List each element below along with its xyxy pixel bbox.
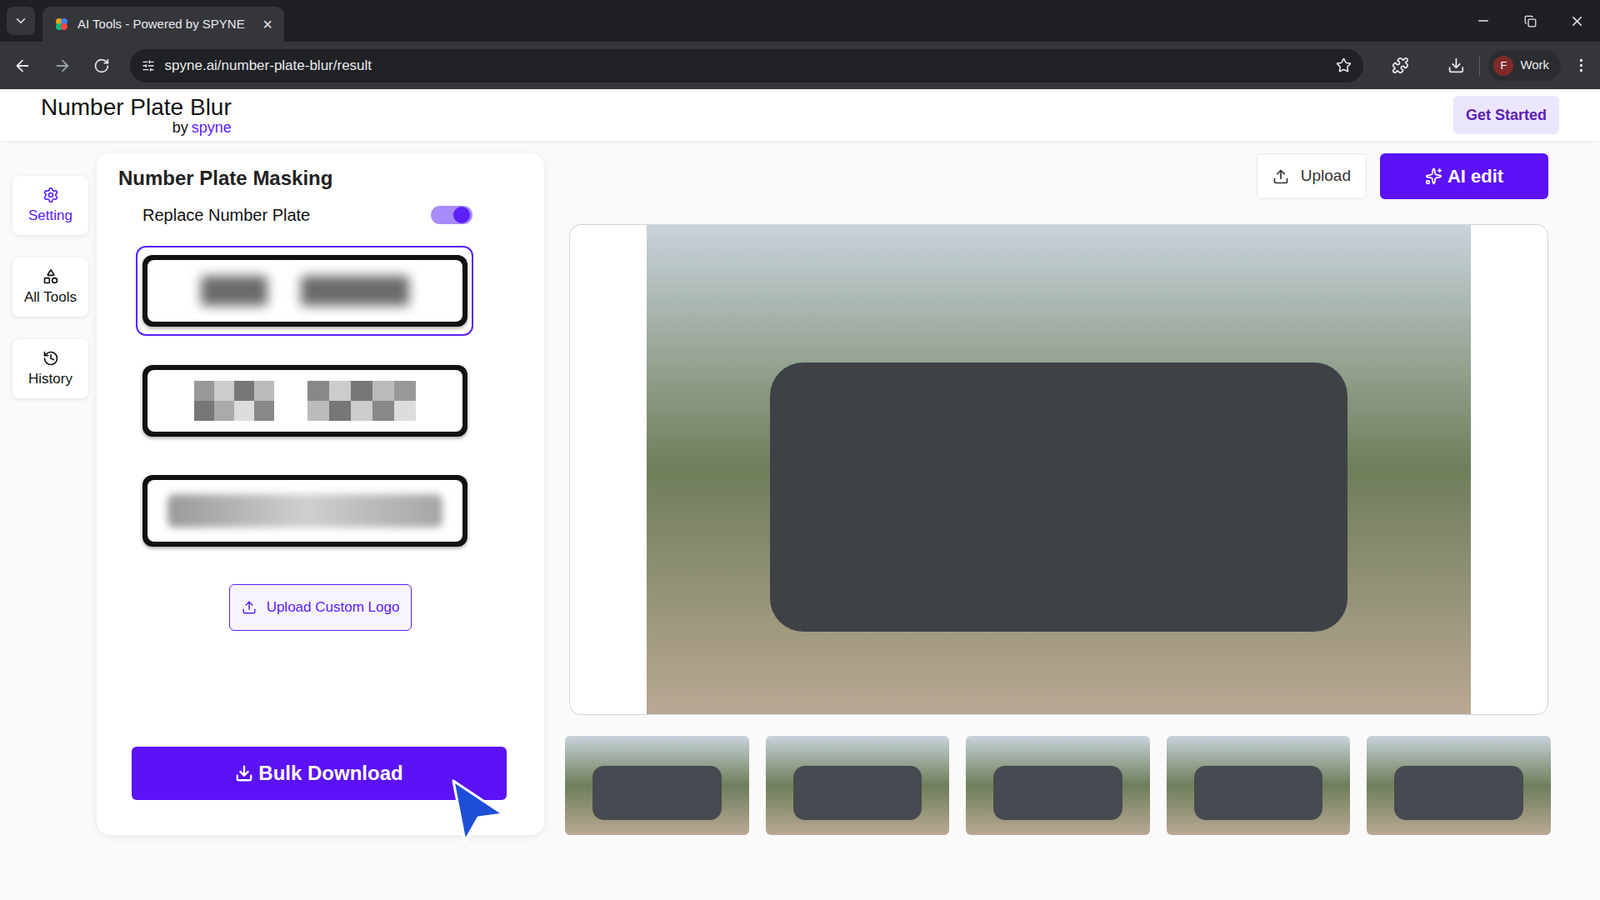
thumbnail[interactable] xyxy=(1366,735,1551,835)
upload-button[interactable]: Upload xyxy=(1256,153,1367,200)
app-body: Setting All Tools History Number Plate Mask… xyxy=(0,140,1600,900)
downloads-icon[interactable] xyxy=(1447,56,1465,75)
restore-icon xyxy=(1524,15,1537,28)
mouse-cursor-icon xyxy=(450,777,507,845)
tab-title: AI Tools - Powered by SPYNE xyxy=(77,15,255,35)
tab-search-button[interactable] xyxy=(6,6,35,35)
brand-name: spyne xyxy=(191,120,232,135)
replace-plate-toggle-row: Replace Number Plate xyxy=(118,202,523,228)
sidebar-item[interactable]: History xyxy=(12,339,89,399)
minimize-icon xyxy=(1475,13,1491,29)
restore-button[interactable] xyxy=(1506,15,1554,28)
reload-icon[interactable] xyxy=(93,57,110,75)
address-bar[interactable]: spyne.ai/number-plate-blur/result xyxy=(130,49,1364,83)
ai-edit-button[interactable]: AI edit xyxy=(1380,153,1549,200)
car-thumbnail-photo xyxy=(965,735,1150,835)
number-plate-preview xyxy=(142,475,468,547)
sidebar-item[interactable]: Setting xyxy=(12,175,89,235)
browser-toolbar: spyne.ai/number-plate-blur/result F Work xyxy=(0,41,1600,90)
browser-window: AI Tools - Powered by SPYNE × spyne.ai/num… xyxy=(0,0,1600,900)
history-icon xyxy=(42,350,60,367)
gear-icon xyxy=(42,186,60,204)
window-controls xyxy=(1460,0,1600,42)
sidebar-label: All Tools xyxy=(24,288,77,306)
tab-close-button[interactable]: × xyxy=(262,15,273,33)
upload-icon xyxy=(1272,168,1290,185)
thumbnail[interactable] xyxy=(565,735,750,835)
close-icon xyxy=(1569,13,1585,30)
thumbnail[interactable] xyxy=(765,735,950,835)
extensions-icon[interactable] xyxy=(1391,56,1410,75)
url-text: spyne.ai/number-plate-blur/result xyxy=(165,55,1326,77)
plate-option[interactable] xyxy=(135,465,474,556)
app-title: Number Plate Blur xyxy=(40,95,232,120)
site-info-icon[interactable] xyxy=(141,59,155,73)
app-logo[interactable]: Number Plate Blurbyspyne xyxy=(40,95,232,135)
app-header: Number Plate Blurbyspyne Get Started xyxy=(0,89,1600,141)
thumbnail[interactable] xyxy=(1166,735,1351,835)
minimize-button[interactable] xyxy=(1460,13,1507,29)
settings-panel: Number Plate Masking Replace Number Plate… xyxy=(96,153,545,835)
browser-tab[interactable]: AI Tools - Powered by SPYNE × xyxy=(42,6,285,42)
result-area: Upload AI edit xyxy=(569,140,1551,900)
profile-avatar: F xyxy=(1493,55,1514,76)
car-thumbnail-photo xyxy=(1166,735,1351,835)
profile-name: Work xyxy=(1520,55,1550,75)
sidebar-label: History xyxy=(28,370,73,388)
chevron-down-icon xyxy=(13,13,29,29)
menu-icon[interactable] xyxy=(1572,56,1590,75)
car-thumbnail-photo xyxy=(765,735,950,835)
thumbnail-strip xyxy=(565,735,1551,835)
thumbnail[interactable] xyxy=(965,735,1150,835)
sidebar: Setting All Tools History xyxy=(0,140,89,900)
image-preview-frame xyxy=(569,224,1549,715)
upload-custom-logo-button[interactable]: Upload Custom Logo xyxy=(229,584,413,631)
sidebar-label: Setting xyxy=(28,206,73,225)
bulk-download-button[interactable]: Bulk Download xyxy=(131,746,507,800)
number-plate-preview xyxy=(142,255,468,327)
close-button[interactable] xyxy=(1553,13,1600,30)
sparkles-icon xyxy=(1425,167,1443,185)
shapes-icon xyxy=(42,268,60,285)
replace-plate-toggle[interactable] xyxy=(430,205,473,225)
back-icon[interactable] xyxy=(13,56,32,75)
download-icon xyxy=(235,764,254,783)
get-started-button[interactable]: Get Started xyxy=(1453,95,1560,135)
tab-strip: AI Tools - Powered by SPYNE × xyxy=(0,0,1600,42)
plate-option[interactable] xyxy=(135,355,474,446)
plate-options xyxy=(118,245,523,556)
number-plate-preview xyxy=(142,365,468,437)
car-thumbnail-photo xyxy=(565,735,750,835)
forward-icon[interactable] xyxy=(53,56,72,75)
profile-button[interactable]: F Work xyxy=(1488,50,1561,81)
panel-title: Number Plate Masking xyxy=(118,165,523,191)
bookmark-star-icon[interactable] xyxy=(1335,57,1352,74)
spyne-favicon-icon xyxy=(54,16,70,32)
sidebar-item[interactable]: All Tools xyxy=(12,257,89,317)
car-thumbnail-photo xyxy=(1366,735,1551,835)
car-photo xyxy=(646,225,1471,715)
plate-option[interactable] xyxy=(135,245,474,336)
upload-icon xyxy=(241,600,257,615)
byline: by xyxy=(172,120,189,135)
toggle-label: Replace Number Plate xyxy=(142,202,310,228)
